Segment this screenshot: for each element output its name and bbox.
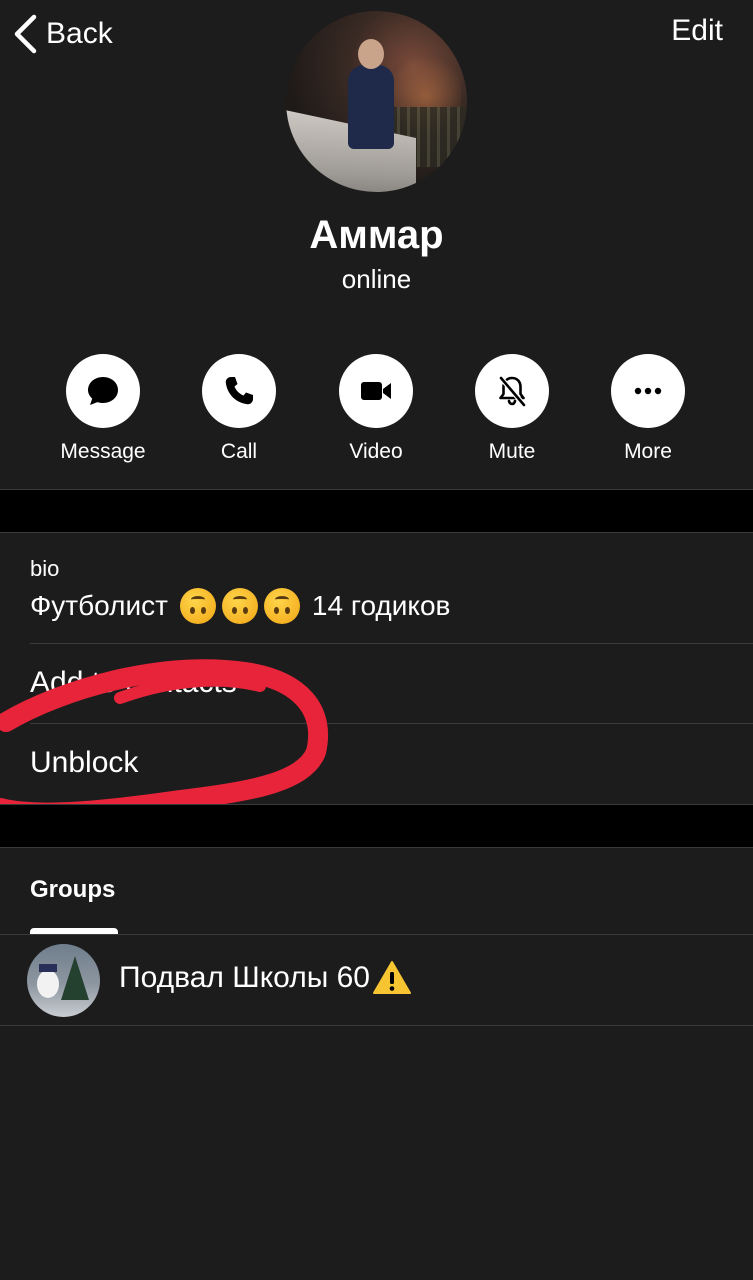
- bio-text-suffix: 14 годиков: [311, 590, 451, 621]
- video-label: Video: [349, 440, 403, 463]
- profile-status: online: [341, 264, 412, 294]
- bell-slash-icon: [499, 376, 526, 407]
- bio-text: Футболист 14 годиков: [30, 588, 450, 624]
- divider: [0, 1025, 753, 1026]
- video-camera-icon: [361, 382, 391, 400]
- group-list-item[interactable]: Подвал Школы 60: [0, 936, 753, 1026]
- back-button[interactable]: Back: [12, 12, 113, 56]
- divider: [0, 934, 753, 935]
- mute-button[interactable]: Mute: [452, 354, 572, 464]
- group-name: Подвал Школы 60: [119, 960, 412, 996]
- upside-down-face-emoji-icon: [263, 588, 300, 624]
- more-label: More: [624, 440, 672, 463]
- profile-screen: Back Edit Аммар online Message Call Vide…: [0, 0, 753, 1280]
- group-avatar: [27, 944, 100, 1017]
- action-bar: Message Call Video Mute More: [0, 354, 753, 474]
- bio-label: bio: [30, 556, 60, 581]
- section-gap: [0, 490, 753, 532]
- message-button[interactable]: Message: [43, 354, 163, 464]
- upside-down-face-emoji-icon: [179, 588, 216, 624]
- warning-icon: [372, 961, 411, 994]
- phone-icon: [225, 377, 253, 405]
- unblock-button[interactable]: Unblock: [30, 746, 138, 780]
- add-to-contacts-button[interactable]: Add to contacts: [30, 666, 237, 700]
- bio-emojis: [179, 588, 300, 624]
- more-button[interactable]: More: [588, 354, 708, 464]
- message-label: Message: [60, 440, 146, 463]
- profile-avatar[interactable]: [286, 11, 467, 192]
- divider: [30, 723, 753, 724]
- video-button[interactable]: Video: [316, 354, 436, 464]
- divider: [0, 532, 753, 533]
- bio-text-prefix: Футболист: [30, 590, 168, 621]
- back-label: Back: [46, 17, 113, 50]
- edit-button[interactable]: Edit: [671, 14, 723, 48]
- ellipsis-icon: [634, 387, 662, 395]
- profile-name: Аммар: [309, 213, 444, 257]
- upside-down-face-emoji-icon: [221, 588, 258, 624]
- divider: [0, 847, 753, 848]
- group-name-text: Подвал Школы 60: [119, 961, 370, 994]
- chevron-left-icon: [14, 14, 37, 54]
- divider: [30, 643, 753, 644]
- section-gap: [0, 805, 753, 847]
- tab-groups[interactable]: Groups: [30, 876, 115, 904]
- call-label: Call: [220, 440, 258, 463]
- message-bubble-icon: [88, 377, 118, 405]
- call-button[interactable]: Call: [179, 354, 299, 464]
- mute-label: Mute: [488, 440, 536, 463]
